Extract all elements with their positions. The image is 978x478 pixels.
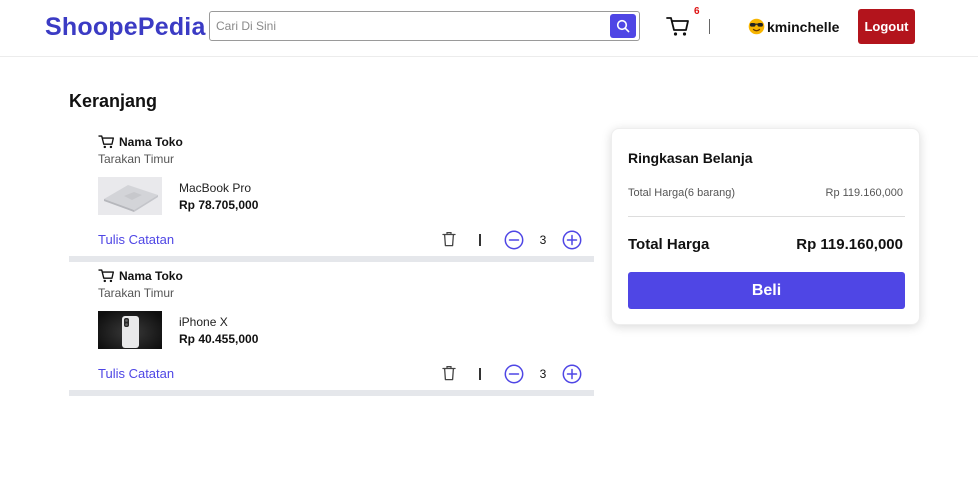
nav-divider [709,19,710,34]
plus-circle-icon [562,230,582,250]
summary-title: Ringkasan Belanja [628,150,753,166]
write-note-link[interactable]: Tulis Catatan [98,366,174,381]
search-input[interactable] [216,17,606,35]
product-name[interactable]: MacBook Pro [179,181,251,195]
search-bar [209,11,640,41]
summary-divider [628,216,905,217]
minus-circle-icon [504,364,524,384]
cart-button[interactable] [666,15,690,37]
delete-button[interactable] [442,231,456,247]
shopping-summary-card: Ringkasan Belanja Total Harga(6 barang) … [611,128,920,325]
search-button[interactable] [610,14,636,38]
write-note-link[interactable]: Tulis Catatan [98,232,174,247]
decrease-quantity-button[interactable] [504,364,524,384]
product-image[interactable] [98,177,162,215]
store-name: Nama Toko [119,268,183,283]
username-label: kminchelle [767,18,840,35]
item-divider [69,390,594,396]
minus-circle-icon [504,230,524,250]
product-price: Rp 40.455,000 [179,332,259,346]
user-profile[interactable]: kminchelle [748,18,839,35]
increase-quantity-button[interactable] [562,230,582,250]
store-name: Nama Toko [119,134,183,149]
store-header[interactable]: Nama Toko [98,134,183,149]
cart-count-badge: 6 [694,6,700,17]
brand-logo[interactable]: ShoopePedia [45,13,206,42]
product-price: Rp 78.705,000 [179,198,259,212]
cart-item: Nama Toko Tarakan Timur iPhone X Rp 40.4… [69,258,594,398]
cart-item: Nama Toko Tarakan Timur MacBook Pro Rp 7… [69,124,594,264]
quantity-divider [479,234,481,246]
trash-icon [442,232,456,247]
quantity-value: 3 [539,367,547,381]
sunglasses-emoji-icon [748,18,765,35]
total-value: Rp 119.160,000 [796,236,903,253]
cart-icon [98,269,114,283]
product-image[interactable] [98,311,162,349]
top-navbar: ShoopePedia 6 kminchelle Logout [0,0,978,57]
page-title: Keranjang [69,91,158,111]
trash-icon [442,366,456,381]
plus-circle-icon [562,364,582,384]
cart-icon [666,17,689,36]
subtotal-label: Total Harga(6 barang) [628,187,736,199]
total-label: Total Harga [628,236,710,253]
decrease-quantity-button[interactable] [504,230,524,250]
quantity-divider [479,368,481,380]
quantity-value: 3 [539,233,547,247]
search-icon [616,19,630,33]
cart-icon [98,135,114,149]
buy-button[interactable]: Beli [628,272,905,309]
store-city: Tarakan Timur [98,286,175,300]
logout-button[interactable]: Logout [858,9,915,44]
delete-button[interactable] [442,365,456,381]
subtotal-value: Rp 119.160,000 [825,187,903,199]
product-name[interactable]: iPhone X [179,315,228,329]
store-header[interactable]: Nama Toko [98,268,183,283]
store-city: Tarakan Timur [98,152,175,166]
increase-quantity-button[interactable] [562,364,582,384]
